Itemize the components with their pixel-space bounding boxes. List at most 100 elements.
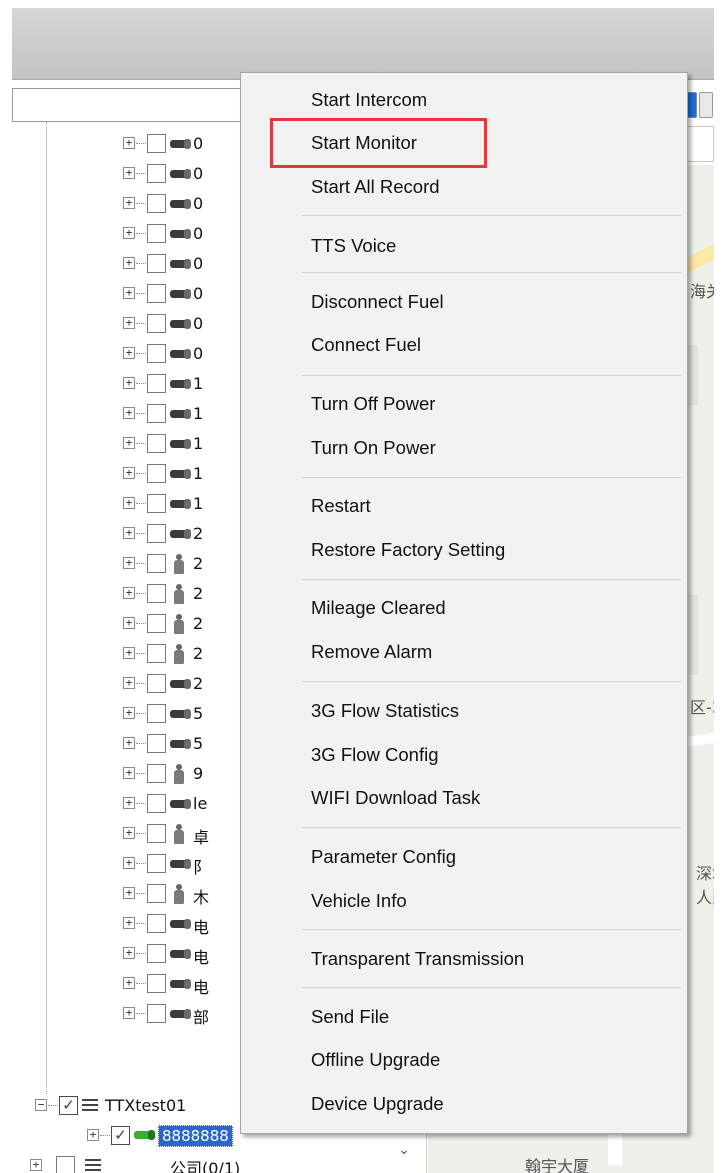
expand-toggle-icon[interactable]: + (123, 677, 135, 689)
device-checkbox[interactable] (147, 224, 166, 243)
expand-toggle-icon[interactable]: + (123, 647, 135, 659)
menu-item-turn-off-power[interactable]: Turn Off Power (311, 386, 435, 422)
device-checkbox[interactable] (147, 164, 166, 183)
selected-device-label[interactable]: 8888888 (158, 1125, 233, 1147)
expand-toggle-icon[interactable]: + (123, 857, 135, 869)
device-checkbox[interactable] (147, 824, 166, 843)
device-checkbox[interactable] (147, 554, 166, 573)
menu-item-parameter-config[interactable]: Parameter Config (311, 839, 456, 875)
expand-toggle-icon[interactable]: + (123, 617, 135, 629)
expand-toggle-icon[interactable]: + (123, 197, 135, 209)
expand-toggle-icon[interactable]: + (123, 797, 135, 809)
expand-toggle-icon[interactable]: + (123, 947, 135, 959)
expand-toggle-icon[interactable]: + (123, 917, 135, 929)
device-checkbox[interactable]: ✓ (111, 1126, 130, 1145)
map-tool-button[interactable] (699, 92, 713, 118)
device-checkbox[interactable] (147, 974, 166, 993)
device-label: 0 (193, 194, 204, 213)
device-checkbox[interactable] (147, 914, 166, 933)
device-checkbox[interactable] (147, 614, 166, 633)
tree-branch-line (136, 473, 146, 474)
menu-item-offline-upgrade[interactable]: Offline Upgrade (311, 1042, 440, 1078)
menu-item-mileage-cleared[interactable]: Mileage Cleared (311, 590, 446, 626)
group-checkbox[interactable]: ✓ (59, 1096, 78, 1115)
vehicle-icon (170, 259, 191, 269)
menu-item-vehicle-info[interactable]: Vehicle Info (311, 883, 407, 919)
device-checkbox[interactable] (147, 794, 166, 813)
menu-item-transparent-transmission[interactable]: Transparent Transmission (311, 941, 524, 977)
expand-toggle-icon[interactable]: + (123, 1007, 135, 1019)
menu-item-remove-alarm[interactable]: Remove Alarm (311, 634, 432, 670)
expand-toggle-icon[interactable]: + (123, 767, 135, 779)
device-checkbox[interactable] (147, 344, 166, 363)
tree-branch-line (136, 503, 146, 504)
expand-toggle-icon[interactable]: + (123, 347, 135, 359)
device-label: 2 (193, 554, 204, 573)
expand-toggle-icon[interactable]: + (123, 557, 135, 569)
expand-toggle-icon[interactable]: + (123, 497, 135, 509)
device-checkbox[interactable] (147, 674, 166, 693)
device-checkbox[interactable] (147, 254, 166, 273)
expand-toggle-icon[interactable]: + (123, 437, 135, 449)
device-checkbox[interactable] (147, 284, 166, 303)
expand-toggle-icon[interactable]: + (123, 887, 135, 899)
expand-toggle-icon[interactable]: + (123, 137, 135, 149)
device-checkbox[interactable] (147, 704, 166, 723)
device-checkbox[interactable] (147, 404, 166, 423)
device-checkbox[interactable] (147, 464, 166, 483)
expand-toggle-icon[interactable]: + (123, 827, 135, 839)
person-icon (174, 824, 184, 844)
device-label: 部 (193, 1008, 210, 1027)
menu-item-send-file[interactable]: Send File (311, 999, 389, 1035)
menu-item-device-upgrade[interactable]: Device Upgrade (311, 1086, 444, 1122)
device-checkbox[interactable] (147, 134, 166, 153)
expand-toggle-icon[interactable]: + (123, 167, 135, 179)
device-checkbox[interactable] (147, 314, 166, 333)
menu-item-wifi-download-task[interactable]: WIFI Download Task (311, 780, 480, 816)
expand-toggle-icon[interactable]: + (30, 1159, 42, 1171)
expand-toggle-icon[interactable]: + (123, 317, 135, 329)
chevron-down-icon[interactable]: ⌄ (392, 1140, 416, 1160)
menu-item-start-intercom[interactable]: Start Intercom (311, 82, 427, 118)
device-checkbox[interactable] (147, 854, 166, 873)
device-checkbox[interactable] (147, 434, 166, 453)
menu-item-connect-fuel[interactable]: Connect Fuel (311, 327, 421, 363)
device-checkbox[interactable] (147, 524, 166, 543)
device-checkbox[interactable] (147, 734, 166, 753)
device-checkbox[interactable] (147, 494, 166, 513)
device-checkbox[interactable] (147, 944, 166, 963)
expand-toggle-icon[interactable]: + (123, 287, 135, 299)
menu-item-restore-factory-setting[interactable]: Restore Factory Setting (311, 532, 505, 568)
device-checkbox[interactable] (147, 194, 166, 213)
menu-item-3g-flow-config[interactable]: 3G Flow Config (311, 737, 439, 773)
expand-toggle-icon[interactable]: + (123, 467, 135, 479)
expand-toggle-icon[interactable]: + (123, 527, 135, 539)
expand-toggle-icon[interactable]: + (123, 257, 135, 269)
device-checkbox[interactable] (147, 374, 166, 393)
tree-group-row[interactable]: + 公司(0/1) (30, 1152, 290, 1173)
expand-toggle-icon[interactable]: + (123, 407, 135, 419)
expand-toggle-icon[interactable]: + (123, 707, 135, 719)
tree-branch-line (136, 923, 146, 924)
device-label: 0 (193, 314, 204, 333)
group-checkbox[interactable] (56, 1156, 75, 1173)
menu-item-tts-voice[interactable]: TTS Voice (311, 228, 396, 264)
menu-item-start-all-record[interactable]: Start All Record (311, 169, 440, 205)
expand-toggle-icon[interactable]: + (123, 377, 135, 389)
expand-toggle-icon[interactable]: + (123, 737, 135, 749)
expand-toggle-icon[interactable]: + (123, 227, 135, 239)
menu-item-turn-on-power[interactable]: Turn On Power (311, 430, 436, 466)
expand-toggle-icon[interactable]: + (123, 977, 135, 989)
device-checkbox[interactable] (147, 1004, 166, 1023)
menu-item-3g-flow-statistics[interactable]: 3G Flow Statistics (311, 693, 459, 729)
device-checkbox[interactable] (147, 644, 166, 663)
device-checkbox[interactable] (147, 584, 166, 603)
device-checkbox[interactable] (147, 764, 166, 783)
device-checkbox[interactable] (147, 884, 166, 903)
menu-item-disconnect-fuel[interactable]: Disconnect Fuel (311, 284, 444, 320)
collapse-toggle-icon[interactable]: − (35, 1099, 47, 1111)
menu-item-restart[interactable]: Restart (311, 488, 371, 524)
menu-item-start-monitor[interactable]: Start Monitor (311, 125, 417, 161)
expand-toggle-icon[interactable]: + (123, 587, 135, 599)
expand-toggle-icon[interactable]: + (87, 1129, 99, 1141)
